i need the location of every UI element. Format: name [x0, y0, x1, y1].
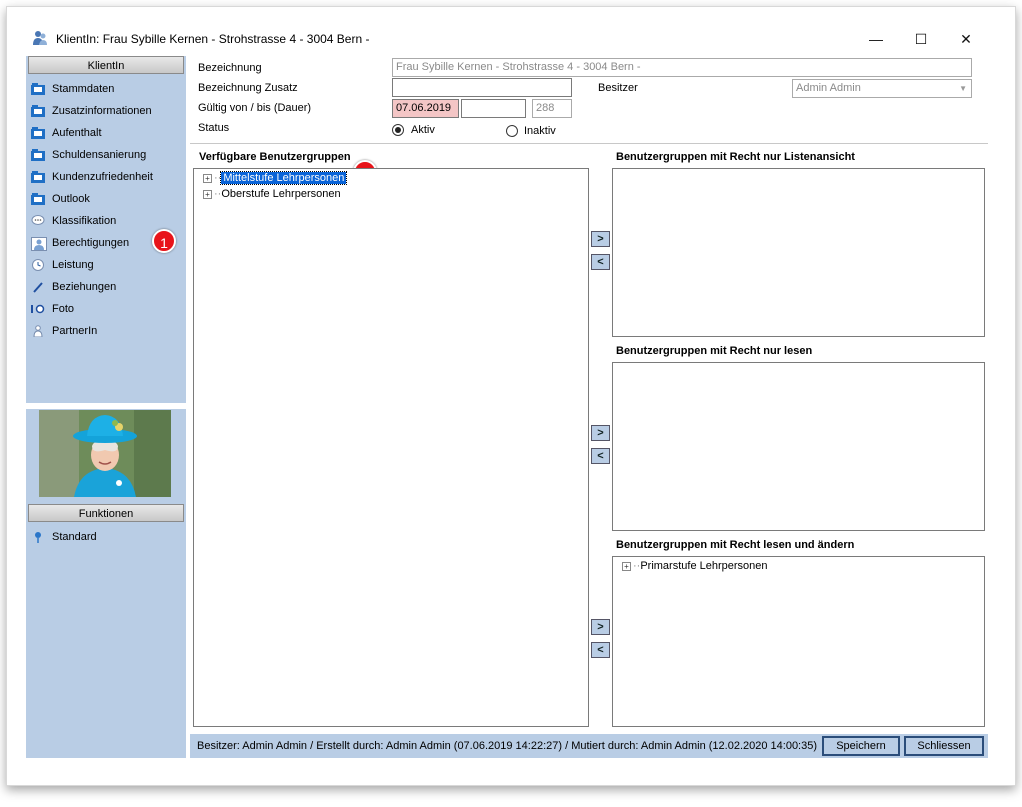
besitzer-select[interactable]: Admin Admin ▼ [792, 79, 972, 98]
maximize-button[interactable]: ☐ [906, 28, 936, 50]
folder-icon [31, 149, 45, 161]
sidebar-item-label: Beziehungen [52, 281, 117, 293]
minimize-button[interactable]: — [861, 28, 891, 50]
annotation-badge-1: 1 [152, 229, 176, 253]
client-photo [39, 410, 171, 497]
divider [190, 143, 988, 144]
speech-bubble-icon [31, 215, 45, 225]
sidebar-item-schuldensanierung[interactable]: Schuldensanierung [26, 144, 186, 166]
sidebar-item-label: Zusatzinformationen [52, 105, 152, 117]
sidebar-item-aufenthalt[interactable]: Aufenthalt [26, 122, 186, 144]
photo-separator [26, 403, 186, 409]
read-groups-title: Benutzergruppen mit Recht nur lesen [616, 345, 813, 357]
status-inaktiv-radio[interactable] [506, 125, 518, 137]
tree-item-label: Primarstufe Lehrpersonen [640, 560, 768, 572]
tree-item-label: Oberstufe Lehrpersonen [221, 188, 341, 200]
status-label: Status [198, 122, 230, 134]
sidebar-item-beziehungen[interactable]: Beziehungen [26, 276, 186, 298]
pencil-icon [33, 282, 43, 293]
besitzer-label: Besitzer [598, 82, 638, 94]
function-item-label: Standard [52, 531, 97, 543]
close-button[interactable]: ✕ [951, 28, 981, 50]
zusatz-field[interactable] [392, 78, 572, 97]
bezeichnung-label: Bezeichnung [198, 62, 262, 74]
expand-icon[interactable]: + [622, 561, 631, 571]
sidebar-item-label: Outlook [52, 193, 90, 205]
zusatz-label: Bezeichnung Zusatz [198, 82, 298, 94]
app-user-icon [33, 31, 47, 45]
status-bar: Besitzer: Admin Admin / Erstellt durch: … [190, 734, 988, 758]
remove-from-edit-button[interactable]: < [591, 642, 610, 658]
function-item-standard[interactable]: Standard [26, 526, 186, 548]
list-view-groups-title: Benutzergruppen mit Recht nur Listenansi… [616, 151, 855, 163]
folder-icon [31, 83, 45, 95]
gueltig-label: Gültig von / bis (Dauer) [198, 102, 312, 114]
tree-item-label: Mittelstufe Lehrpersonen [220, 171, 348, 185]
sidebar-item-label: Klassifikation [52, 215, 117, 227]
edit-groups-tree[interactable]: + ··Primarstufe Lehrpersonen [612, 556, 985, 727]
folder-icon [31, 171, 45, 183]
sidebar-item-label: Kundenzufriedenheit [52, 171, 153, 183]
tree-item-oberstufe[interactable]: + ··Oberstufe Lehrpersonen [203, 187, 341, 201]
photo-icon [31, 304, 45, 314]
sidebar-header: KlientIn [28, 56, 184, 74]
title-bar: KlientIn: Frau Sybille Kernen - Strohstr… [26, 24, 1006, 54]
gueltig-von-field[interactable]: 07.06.2019 [392, 99, 459, 118]
close-dialog-button[interactable]: Schliessen [904, 736, 984, 756]
folder-icon [31, 193, 45, 205]
sidebar-nav: Stammdaten Zusatzinformationen Aufenthal… [26, 78, 186, 342]
sidebar-item-zusatzinformationen[interactable]: Zusatzinformationen [26, 100, 186, 122]
functions-list: Standard [26, 526, 186, 548]
user-icon [31, 237, 47, 251]
sidebar-item-partnerin[interactable]: PartnerIn [26, 320, 186, 342]
expand-icon[interactable]: + [203, 173, 212, 183]
add-to-edit-button[interactable]: > [591, 619, 610, 635]
sidebar-item-label: Berechtigungen [52, 237, 130, 249]
available-groups-title: Verfügbare Benutzergruppen [199, 151, 351, 163]
sidebar: KlientIn Stammdaten Zusatzinformationen … [26, 56, 186, 758]
folder-icon [31, 105, 45, 117]
sidebar-item-label: Leistung [52, 259, 94, 271]
add-to-list-button[interactable]: > [591, 231, 610, 247]
sidebar-item-label: Aufenthalt [52, 127, 102, 139]
besitzer-value: Admin Admin [796, 82, 861, 94]
sidebar-item-label: Schuldensanierung [52, 149, 147, 161]
functions-header: Funktionen [28, 504, 184, 522]
window-title: KlientIn: Frau Sybille Kernen - Strohstr… [56, 32, 370, 46]
tree-item-primarstufe[interactable]: + ··Primarstufe Lehrpersonen [622, 559, 768, 573]
audit-info: Besitzer: Admin Admin / Erstellt durch: … [197, 740, 818, 752]
add-to-read-button[interactable]: > [591, 425, 610, 441]
sidebar-item-outlook[interactable]: Outlook [26, 188, 186, 210]
remove-from-list-button[interactable]: < [591, 254, 610, 270]
sidebar-item-label: Stammdaten [52, 83, 115, 95]
available-groups-tree[interactable]: + ·· Mittelstufe Lehrpersonen + ··Oberstufe… [193, 168, 589, 727]
expand-icon[interactable]: + [203, 189, 212, 199]
sidebar-item-foto[interactable]: Foto [26, 298, 186, 320]
dropdown-arrow-icon: ▼ [959, 84, 967, 93]
pin-icon [35, 532, 41, 543]
bezeichnung-field[interactable]: Frau Sybille Kernen - Strohstrasse 4 - 3… [392, 58, 972, 77]
sidebar-item-label: PartnerIn [52, 325, 98, 337]
tree-item-mittelstufe[interactable]: + ·· Mittelstufe Lehrpersonen [203, 171, 348, 185]
clock-icon [32, 259, 44, 271]
list-view-groups-tree[interactable] [612, 168, 985, 337]
person-icon [33, 325, 43, 337]
status-inaktiv-label[interactable]: Inaktiv [524, 125, 556, 137]
read-groups-tree[interactable] [612, 362, 985, 531]
status-aktiv-radio[interactable] [392, 124, 404, 136]
sidebar-item-label: Foto [52, 303, 75, 315]
sidebar-item-kundenzufriedenheit[interactable]: Kundenzufriedenheit [26, 166, 186, 188]
gueltig-bis-field[interactable] [461, 99, 526, 118]
sidebar-item-leistung[interactable]: Leistung [26, 254, 186, 276]
folder-icon [31, 127, 45, 139]
dauer-field: 288 [532, 99, 572, 118]
remove-from-read-button[interactable]: < [591, 448, 610, 464]
status-aktiv-label[interactable]: Aktiv [411, 124, 435, 136]
sidebar-item-stammdaten[interactable]: Stammdaten [26, 78, 186, 100]
edit-groups-title: Benutzergruppen mit Recht lesen und ände… [616, 539, 855, 551]
save-button[interactable]: Speichern [822, 736, 900, 756]
